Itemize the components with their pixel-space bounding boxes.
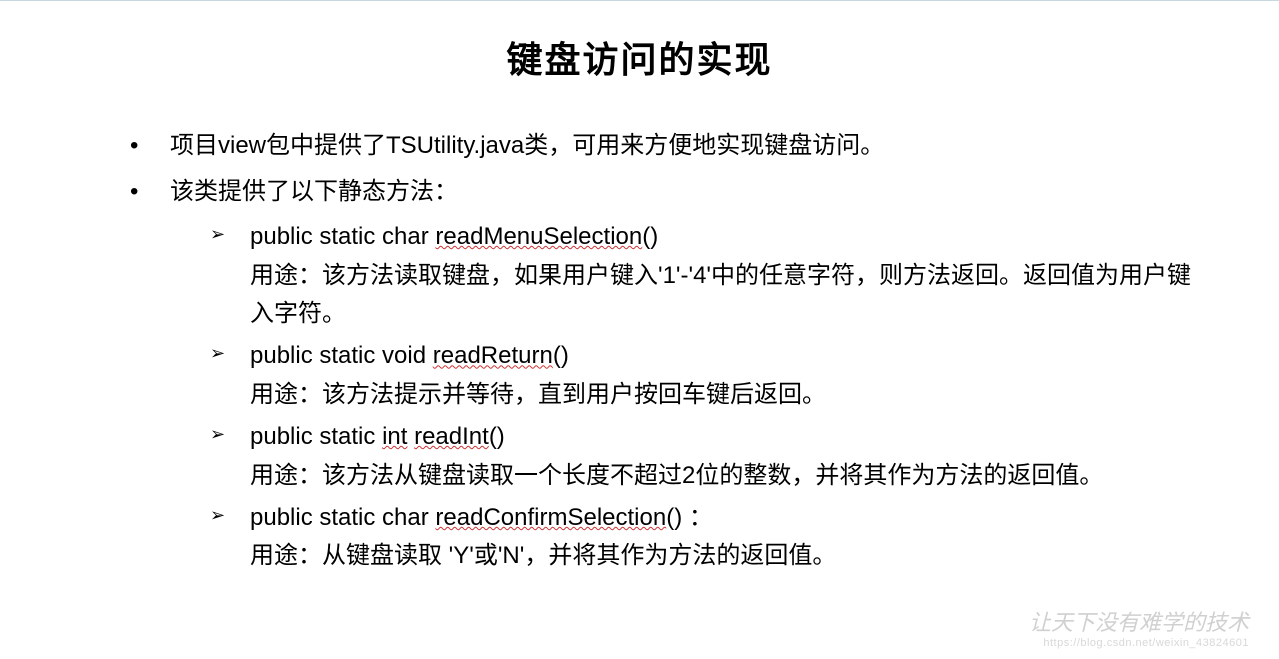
sig-name: readReturn — [433, 342, 553, 369]
bullet-text-2: 该类提供了以下静态方法： — [170, 178, 458, 205]
outer-bullet-list: 项目view包中提供了TSUtility.java类，可用来方便地实现键盘访问。… — [70, 123, 1209, 576]
sig-name: readInt — [414, 423, 489, 450]
bullet-text-1: 项目view包中提供了TSUtility.java类，可用来方便地实现键盘访问。 — [170, 132, 884, 159]
method-list: public static char readMenuSelection() 用… — [170, 218, 1209, 576]
watermark: 让天下没有难学的技术 https://blog.csdn.net/weixin_… — [1029, 605, 1249, 649]
method-item-4: public static char readConfirmSelection(… — [210, 499, 1209, 576]
method-sig-1: public static char readMenuSelection() — [250, 223, 658, 250]
slide-content: 键盘访问的实现 项目view包中提供了TSUtility.java类，可用来方便… — [0, 1, 1279, 576]
bullet-item-2: 该类提供了以下静态方法： public static char readMenu… — [130, 169, 1209, 576]
sig-int: int — [382, 423, 407, 450]
method-item-2: public static void readReturn() 用途：该方法提示… — [210, 337, 1209, 414]
method-desc-4: 用途：从键盘读取 'Y'或'N'，并将其作为方法的返回值。 — [250, 537, 1209, 575]
sig-suffix: () — [553, 342, 569, 369]
method-desc-2: 用途：该方法提示并等待，直到用户按回车键后返回。 — [250, 376, 1209, 414]
slide-title: 键盘访问的实现 — [70, 31, 1209, 83]
sig-prefix: public static — [250, 423, 382, 450]
sig-prefix: public static char — [250, 504, 435, 531]
watermark-main: 让天下没有难学的技术 — [1029, 605, 1249, 637]
watermark-sub: https://blog.csdn.net/weixin_43824601 — [1029, 637, 1249, 649]
sig-prefix: public static void — [250, 342, 433, 369]
method-desc-1: 用途：该方法读取键盘，如果用户键入'1'-'4'中的任意字符，则方法返回。返回值… — [250, 257, 1209, 334]
sig-suffix: () ： — [666, 504, 713, 531]
sig-suffix: () — [642, 223, 658, 250]
sig-name: readMenuSelection — [435, 223, 642, 250]
bullet-item-1: 项目view包中提供了TSUtility.java类，可用来方便地实现键盘访问。 — [130, 123, 1209, 169]
method-item-3: public static int readInt() 用途：该方法从键盘读取一… — [210, 418, 1209, 495]
sig-prefix: public static char — [250, 223, 435, 250]
sig-name: readConfirmSelection — [435, 504, 666, 531]
method-sig-3: public static int readInt() — [250, 423, 505, 450]
method-desc-3: 用途：该方法从键盘读取一个长度不超过2位的整数，并将其作为方法的返回值。 — [250, 457, 1209, 495]
method-sig-2: public static void readReturn() — [250, 342, 569, 369]
method-item-1: public static char readMenuSelection() 用… — [210, 218, 1209, 333]
sig-suffix: () — [489, 423, 505, 450]
method-sig-4: public static char readConfirmSelection(… — [250, 504, 713, 531]
